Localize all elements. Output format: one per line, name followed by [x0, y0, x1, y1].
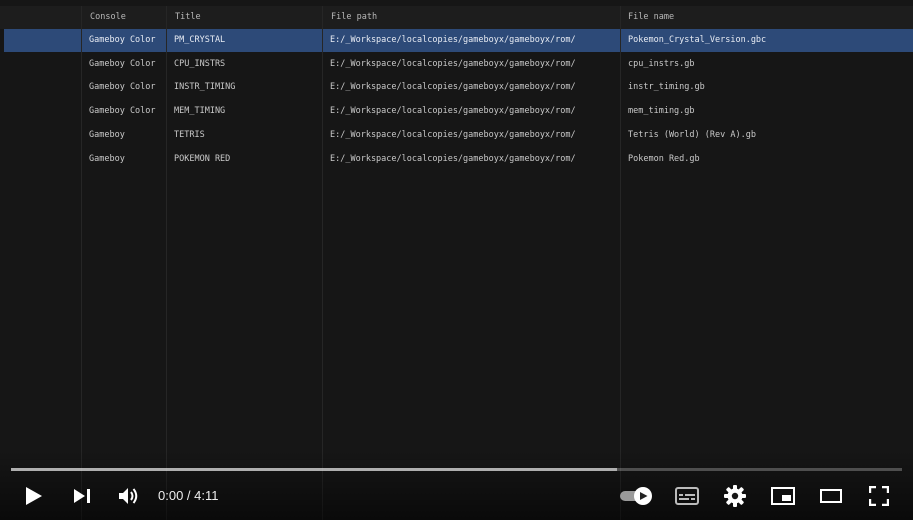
column-divider: [81, 6, 82, 520]
progress-bar[interactable]: [11, 468, 902, 471]
cell-file-path: E:/_Workspace/localcopies/gameboyx/gameb…: [330, 35, 576, 45]
cell-file-name: Pokemon Red.gb: [628, 153, 700, 164]
cell-file-path: E:/_Workspace/localcopies/gameboyx/gameb…: [330, 106, 576, 117]
theater-mode-button[interactable]: [817, 478, 845, 514]
skip-next-icon: [74, 489, 90, 503]
play-icon: [26, 487, 42, 505]
cell-file-name: cpu_instrs.gb: [628, 58, 695, 69]
table-row[interactable]: Gameboy Color PM_CRYSTAL E:/_Workspace/loc…: [4, 29, 913, 52]
table-row[interactable]: Gameboy Color CPU_INSTRS E:/_Workspace/loc…: [4, 53, 913, 76]
subtitles-button[interactable]: [673, 478, 701, 514]
cell-console: Gameboy Color: [89, 82, 156, 93]
column-header-file-name[interactable]: File name: [628, 6, 674, 29]
cell-title: PM_CRYSTAL: [174, 35, 226, 45]
gear-icon: [724, 485, 746, 507]
cell-title: POKEMON RED: [174, 153, 231, 164]
cell-title: CPU_INSTRS: [174, 58, 226, 69]
video-frame[interactable]: Console Title File path File name Gamebo…: [0, 0, 913, 520]
cell-file-path: E:/_Workspace/localcopies/gameboyx/gameb…: [330, 82, 576, 93]
cell-title: MEM_TIMING: [174, 106, 226, 117]
time-display: 0:00 / 4:11: [158, 478, 219, 514]
player-controls: 0:00 / 4:11: [0, 478, 913, 514]
cell-console: Gameboy: [89, 153, 125, 164]
miniplayer-icon: [771, 487, 795, 505]
fullscreen-icon: [869, 486, 889, 506]
next-button[interactable]: [68, 478, 96, 514]
table-row[interactable]: Gameboy POKEMON RED E:/_Workspace/localcop…: [4, 148, 913, 171]
cell-file-path: E:/_Workspace/localcopies/gameboyx/gameb…: [330, 129, 576, 140]
volume-icon: [119, 488, 138, 504]
fullscreen-button[interactable]: [865, 478, 893, 514]
cell-file-name: Tetris (World) (Rev A).gb: [628, 129, 756, 140]
autoplay-toggle[interactable]: [618, 478, 656, 514]
column-header-file-path[interactable]: File path: [331, 6, 377, 29]
play-button[interactable]: [20, 478, 48, 514]
cell-console: Gameboy: [89, 129, 125, 140]
buffered-progress: [11, 468, 617, 471]
cell-file-path: E:/_Workspace/localcopies/gameboyx/gameb…: [330, 58, 576, 69]
subtitles-icon: [675, 487, 699, 505]
cell-console: Gameboy Color: [89, 58, 156, 69]
settings-button[interactable]: [721, 478, 749, 514]
table-row[interactable]: Gameboy TETRIS E:/_Workspace/localcopies/g…: [4, 124, 913, 147]
table-header: Console Title File path File name: [0, 6, 913, 29]
column-divider: [620, 6, 621, 520]
cell-file-name: Pokemon_Crystal_Version.gbc: [628, 35, 767, 45]
column-header-title[interactable]: Title: [175, 6, 201, 29]
column-divider: [322, 6, 323, 520]
current-time: 0:00: [158, 488, 184, 503]
column-divider: [166, 6, 167, 520]
autoplay-toggle-icon: [620, 487, 652, 505]
volume-button[interactable]: [114, 478, 142, 514]
miniplayer-button[interactable]: [769, 478, 797, 514]
duration: 4:11: [194, 488, 219, 503]
cell-file-name: mem_timing.gb: [628, 106, 695, 117]
cell-title: TETRIS: [174, 129, 205, 140]
cell-console: Gameboy Color: [89, 106, 156, 117]
column-header-console[interactable]: Console: [90, 6, 126, 29]
cell-file-name: instr_timing.gb: [628, 82, 705, 93]
table-row[interactable]: Gameboy Color MEM_TIMING E:/_Workspace/loc…: [4, 100, 913, 123]
cell-file-path: E:/_Workspace/localcopies/gameboyx/gameb…: [330, 153, 576, 164]
cell-title: INSTR_TIMING: [174, 82, 236, 93]
cell-console: Gameboy Color: [89, 35, 156, 45]
theater-mode-icon: [820, 489, 842, 503]
table-row[interactable]: Gameboy Color INSTR_TIMING E:/_Workspace/l…: [4, 76, 913, 99]
time-separator: /: [183, 488, 195, 503]
